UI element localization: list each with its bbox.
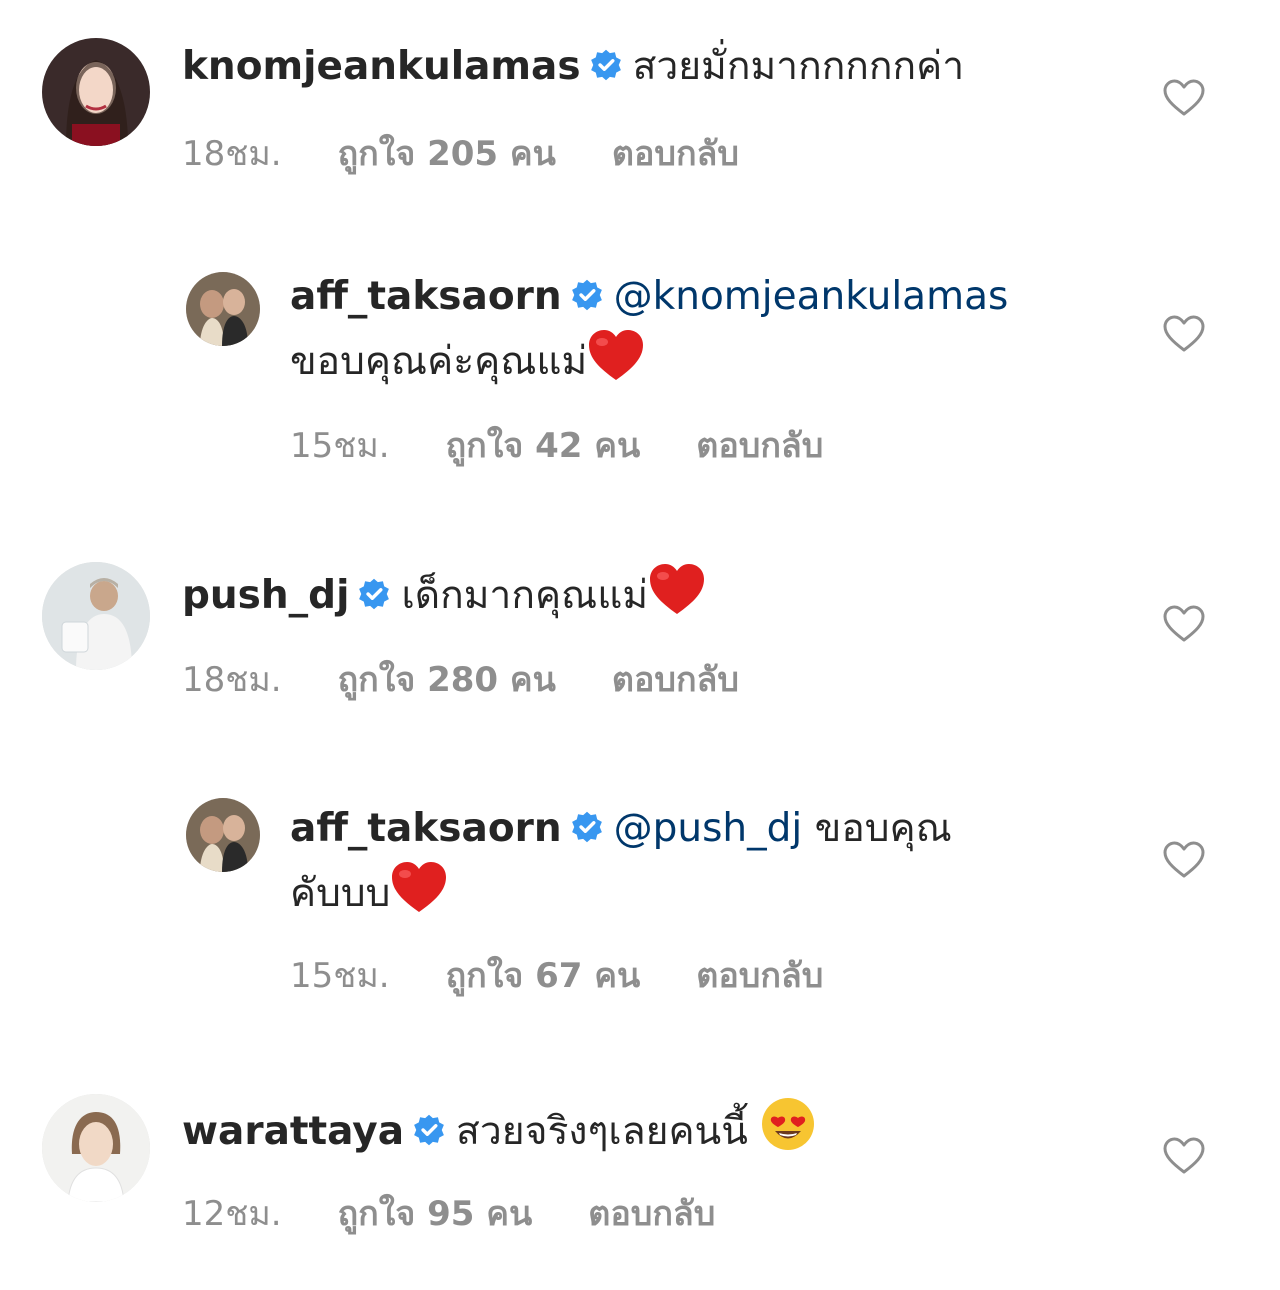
mention-link[interactable]: @knomjeankulamas [614,274,1009,319]
comment-body: ขอบคุณค่ะคุณแม่ [290,339,588,384]
comment-text: warattaya สวยจริงๆเลยคนนี้ [182,1096,1122,1163]
like-count[interactable]: ถูกใจ 95 คน [338,1194,533,1234]
avatar[interactable] [42,1094,150,1202]
comment-meta: 18ชม. ถูกใจ 205 คน ตอบกลับ [182,126,795,180]
verified-badge-icon [412,1113,446,1147]
heart-outline-icon[interactable] [1162,604,1206,644]
red-heart-emoji [390,860,448,914]
like-count[interactable]: ถูกใจ 67 คน [446,956,641,996]
heart-outline-icon[interactable] [1162,840,1206,880]
reply-button[interactable]: ตอบกลับ [612,660,739,700]
comment-meta: 15ชม. ถูกใจ 67 คน ตอบกลับ [290,948,879,1002]
reply-button[interactable]: ตอบกลับ [696,426,823,466]
comment-body: สวยจริงๆเลยคนนี้ [456,1109,748,1154]
like-count[interactable]: ถูกใจ 205 คน [338,134,556,174]
username[interactable]: aff_taksaorn [290,274,562,319]
reply-button[interactable]: ตอบกลับ [588,1194,715,1234]
comment-body: เด็กมากคุณแม่ [401,573,649,618]
comment-meta: 18ชม. ถูกใจ 280 คน ตอบกลับ [182,652,795,706]
comment-body: สวยมั่กมากกกกกค่า [632,44,965,89]
red-heart-emoji [648,562,706,616]
verified-badge-icon [570,810,604,844]
mention-link[interactable]: @push_dj [614,806,803,851]
avatar[interactable] [186,798,260,872]
verified-badge-icon [570,278,604,312]
avatar[interactable] [186,272,260,346]
comment-text: aff_taksaorn @knomjeankulamas ขอบคุณค่ะคุ… [290,266,1130,393]
comment-text: aff_taksaorn @push_dj ขอบคุณ คับบบ [290,798,1130,925]
comment-time: 15ชม. [290,426,390,466]
comment-time: 18ชม. [182,660,282,700]
comment-time: 12ชม. [182,1194,282,1234]
red-heart-emoji [587,328,645,382]
comment-body-cont: คับบบ [290,871,391,916]
username[interactable]: warattaya [182,1109,404,1154]
heart-outline-icon[interactable] [1162,314,1206,354]
comment-text: knomjeankulamas สวยมั่กมากกกกกค่า [182,36,1122,98]
username[interactable]: push_dj [182,573,349,618]
verified-badge-icon [589,48,623,82]
like-count[interactable]: ถูกใจ 280 คน [338,660,556,700]
heart-outline-icon[interactable] [1162,1136,1206,1176]
reply-button[interactable]: ตอบกลับ [612,134,739,174]
verified-badge-icon [357,577,391,611]
avatar[interactable] [42,562,150,670]
heart-eyes-emoji [760,1096,816,1152]
avatar[interactable] [42,38,150,146]
username[interactable]: aff_taksaorn [290,806,562,851]
heart-outline-icon[interactable] [1162,78,1206,118]
comment-meta: 12ชม. ถูกใจ 95 คน ตอบกลับ [182,1186,771,1240]
comment-text: push_dj เด็กมากคุณแม่ [182,562,1122,627]
comment-time: 18ชม. [182,134,282,174]
reply-button[interactable]: ตอบกลับ [696,956,823,996]
like-count[interactable]: ถูกใจ 42 คน [446,426,641,466]
comment-time: 15ชม. [290,956,390,996]
comment-meta: 15ชม. ถูกใจ 42 คน ตอบกลับ [290,418,879,472]
comment-body: ขอบคุณ [814,806,952,851]
username[interactable]: knomjeankulamas [182,44,581,89]
